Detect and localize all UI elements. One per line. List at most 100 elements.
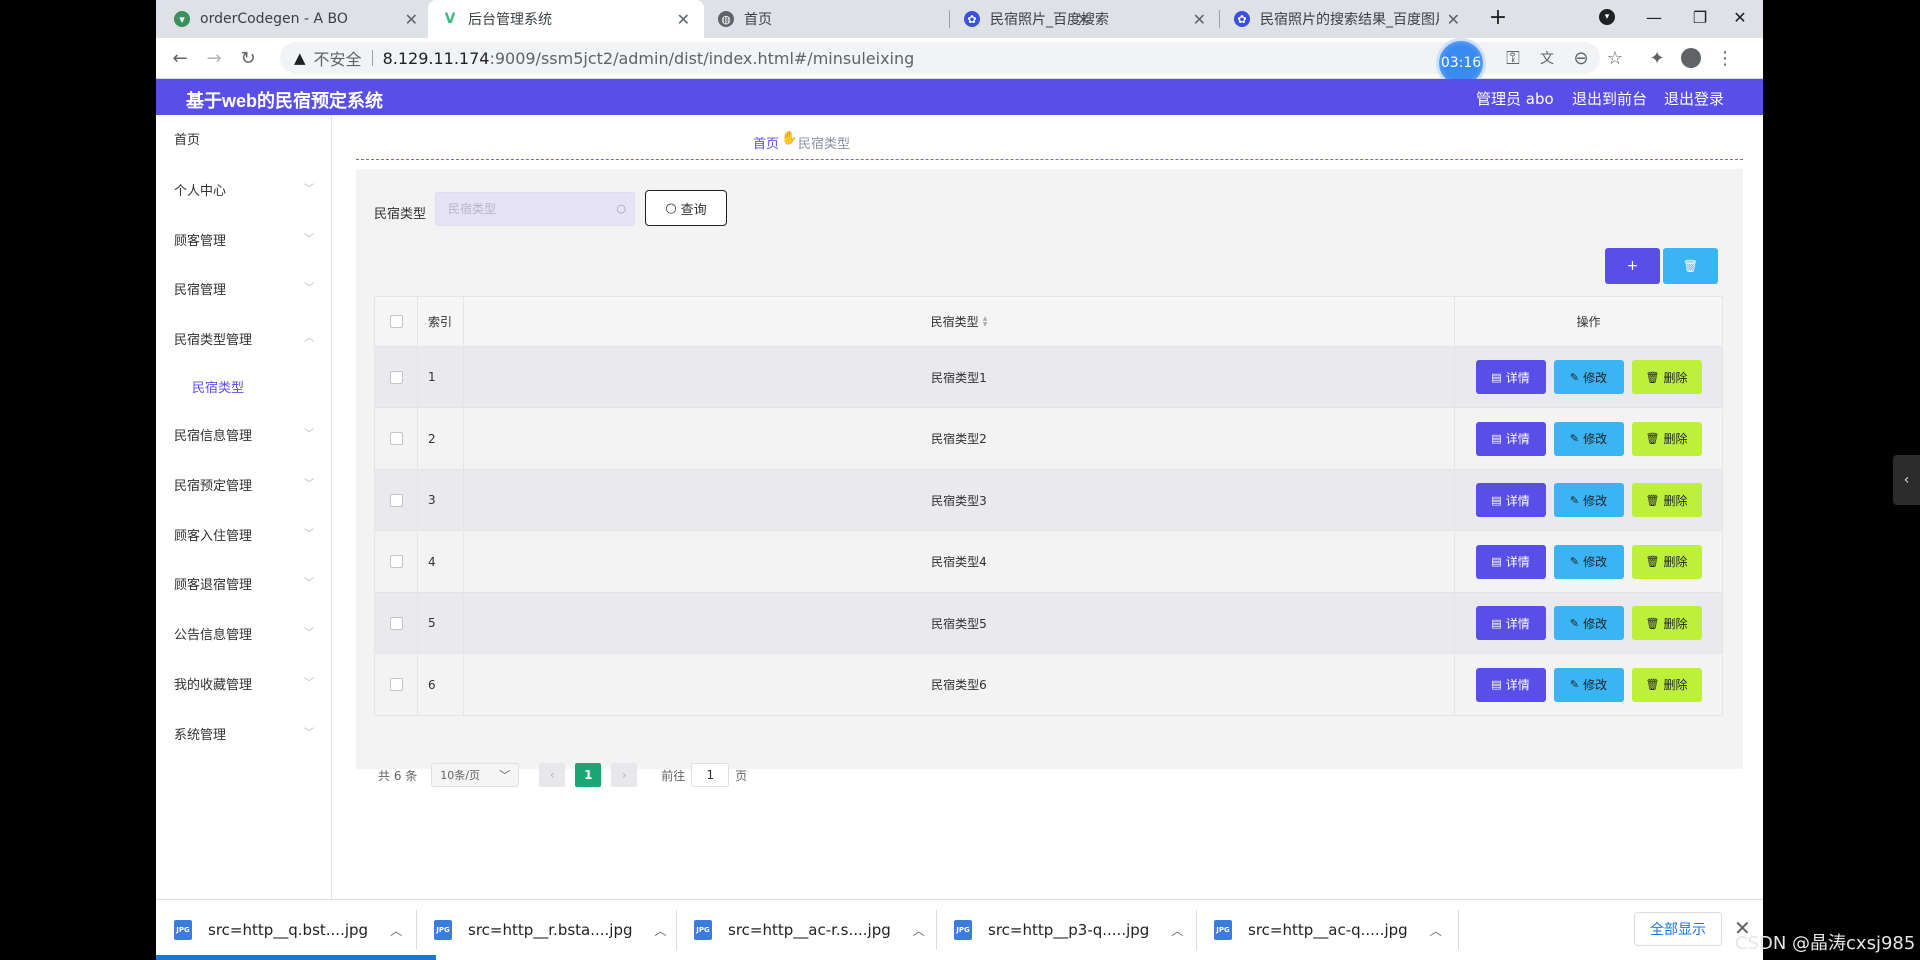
download-item[interactable]: JPG src=http__p3-q.....jpg ︿	[954, 915, 1183, 945]
sidebar-item-system[interactable]: 系统管理 ﹀	[174, 724, 314, 743]
edit-button[interactable]: ✎ 修改	[1553, 544, 1624, 579]
reload-icon[interactable]: ↻	[236, 46, 260, 70]
warning-icon: ▲	[294, 49, 306, 67]
row-index: 3	[418, 470, 464, 530]
chevron-up-icon[interactable]: ︿	[913, 922, 925, 939]
close-icon[interactable]: ✕	[1193, 10, 1206, 29]
next-page-button[interactable]: ›	[611, 763, 638, 787]
page-number-current[interactable]: 1	[575, 763, 602, 787]
sidebar-item-favorites[interactable]: 我的收藏管理 ﹀	[174, 674, 314, 693]
search-field[interactable]: ○	[435, 192, 635, 226]
address-divider	[371, 50, 373, 66]
translate-icon[interactable]: 文	[1535, 46, 1559, 70]
address-bar[interactable]: ▲ 不安全 8.129.11.174:9009/ssm5jct2/admin/d…	[280, 42, 1600, 74]
profile-avatar-icon[interactable]	[1679, 46, 1703, 70]
chevron-up-icon[interactable]: ︿	[1430, 922, 1442, 939]
prev-page-button[interactable]: ‹	[539, 763, 566, 787]
new-tab-button[interactable]: +	[1475, 0, 1521, 34]
tab-baidu-image[interactable]: ✿ 民宿照片的搜索结果_百度图片搜 ✕	[1220, 0, 1474, 38]
edit-button[interactable]: ✎ 修改	[1553, 483, 1624, 517]
download-item[interactable]: JPG src=http__q.bst....jpg ︿	[174, 915, 402, 945]
delete-button[interactable]: 🗑 删除	[1631, 360, 1702, 394]
row-checkbox[interactable]	[389, 370, 403, 384]
sidebar-item-announcements[interactable]: 公告信息管理 ﹀	[174, 624, 314, 643]
row-checkbox[interactable]	[389, 616, 403, 630]
sidebar-item-home[interactable]: 首页	[174, 129, 314, 148]
edit-button[interactable]: ✎ 修改	[1553, 667, 1624, 702]
search-input[interactable]	[446, 201, 600, 217]
chevron-up-icon[interactable]: ︿	[390, 922, 402, 939]
download-item[interactable]: JPG src=http__ac-r.s....jpg ︿	[694, 915, 925, 945]
minimize-button[interactable]: —	[1631, 0, 1677, 34]
sidebar-item-checkin[interactable]: 顾客入住管理 ﹀	[174, 525, 314, 544]
page-word: 页	[735, 768, 748, 783]
forward-icon[interactable]: →	[202, 46, 226, 70]
breadcrumb-home[interactable]: 首页	[753, 133, 779, 152]
key-icon[interactable]: ⚿	[1501, 46, 1525, 70]
edit-button[interactable]: ✎ 修改	[1553, 421, 1624, 456]
delete-button[interactable]: 🗑 删除	[1631, 667, 1702, 702]
search-icon: ○	[665, 200, 677, 216]
sidebar-item-checkout[interactable]: 顾客退宿管理 ﹀	[174, 574, 314, 593]
sidebar-item-personal[interactable]: 个人中心 ﹀	[174, 180, 314, 199]
tab-admin-system[interactable]: V 后台管理系统 ✕	[428, 0, 704, 38]
bookmark-star-icon[interactable]: ☆	[1603, 46, 1627, 70]
detail-button[interactable]: ▤ 详情	[1475, 544, 1546, 579]
sidebar-subitem-homestay-type[interactable]: 民宿类型	[192, 377, 332, 396]
chevron-down-icon: ﹀	[304, 429, 314, 440]
exit-to-front-link[interactable]: 退出到前台	[1572, 88, 1647, 109]
download-item[interactable]: JPG src=http__r.bsta....jpg ︿	[434, 915, 667, 945]
row-actions: ▤ 详情 ✎ 修改 🗑 删除	[1455, 654, 1723, 715]
row-checkbox[interactable]	[389, 493, 403, 507]
edit-button[interactable]: ✎ 修改	[1553, 360, 1624, 394]
show-all-button[interactable]: 全部显示	[1634, 912, 1722, 946]
delete-button[interactable]: 🗑 删除	[1631, 544, 1702, 579]
sidebar-item-bookings[interactable]: 民宿预定管理 ﹀	[174, 475, 314, 494]
back-icon[interactable]: ←	[168, 46, 192, 70]
chevron-up-icon[interactable]: ︿	[655, 922, 667, 939]
chevron-left-icon[interactable]: ‹	[1893, 455, 1920, 505]
detail-button[interactable]: ▤ 详情	[1475, 360, 1546, 394]
detail-button[interactable]: ▤ 详情	[1475, 606, 1546, 640]
row-checkbox[interactable]	[389, 432, 403, 445]
row-checkbox[interactable]	[389, 678, 403, 691]
breadcrumb-divider	[356, 159, 1743, 160]
row-type: 民宿类型6	[464, 654, 1455, 715]
sidebar-item-homestays[interactable]: 民宿管理 ﹀	[174, 279, 314, 298]
goto-page-input[interactable]: 1	[691, 763, 730, 787]
tab-baidu-search[interactable]: ✿ 民宿照片_百度搜索 ✕	[950, 0, 1220, 38]
close-icon[interactable]: ✕	[405, 10, 418, 29]
edit-button[interactable]: ✎ 修改	[1553, 606, 1624, 640]
chevron-down-icon: ﹀	[499, 769, 511, 782]
delete-button[interactable]: 🗑 删除	[1631, 606, 1702, 640]
page-size-select[interactable]: 10条/页 ﹀	[431, 763, 520, 787]
sidebar-item-homestay-info[interactable]: 民宿信息管理 ﹀	[174, 425, 314, 444]
query-button[interactable]: ○ 查询	[645, 190, 727, 226]
download-item[interactable]: JPG src=http__ac-q.....jpg ︿	[1214, 915, 1442, 945]
tab-search-icon[interactable]: ▾	[1584, 0, 1630, 34]
sidebar-item-homestay-types[interactable]: 民宿类型管理 ︿	[174, 329, 314, 348]
zoom-icon[interactable]: ⊖	[1569, 46, 1593, 70]
logout-link[interactable]: 退出登录	[1664, 88, 1724, 109]
more-menu-icon[interactable]: ⋮	[1713, 46, 1737, 70]
chevron-down-icon: ﹀	[304, 678, 314, 689]
detail-button[interactable]: ▤ 详情	[1475, 421, 1546, 456]
sidebar-item-customers[interactable]: 顾客管理 ﹀	[174, 230, 314, 249]
chevron-up-icon[interactable]: ︿	[1171, 922, 1183, 939]
close-icon[interactable]: ✕	[677, 10, 690, 29]
extensions-icon[interactable]: ✦	[1645, 46, 1669, 70]
tab-ordercodegen[interactable]: ▾ orderCodegen - A BO ✕	[160, 0, 432, 38]
detail-button[interactable]: ▤ 详情	[1475, 483, 1546, 517]
close-icon[interactable]: ✕	[1447, 10, 1460, 29]
delete-button[interactable]: 🗑 删除	[1631, 483, 1702, 517]
sort-icon[interactable]: ▲ ▼	[983, 315, 988, 328]
close-window-button[interactable]: ✕	[1717, 0, 1763, 34]
batch-delete-button[interactable]: 🗑	[1663, 248, 1718, 284]
select-all-checkbox[interactable]	[389, 315, 403, 328]
delete-button[interactable]: 🗑 删除	[1631, 421, 1702, 456]
main-content: 首页 ✋ 民宿类型 民宿类型 ○ ○ 查询 + 🗑	[332, 115, 1763, 899]
header-type[interactable]: 民宿类型 ▲ ▼	[464, 297, 1455, 346]
add-button[interactable]: +	[1605, 248, 1660, 284]
detail-button[interactable]: ▤ 详情	[1475, 667, 1546, 702]
row-checkbox[interactable]	[389, 555, 403, 568]
